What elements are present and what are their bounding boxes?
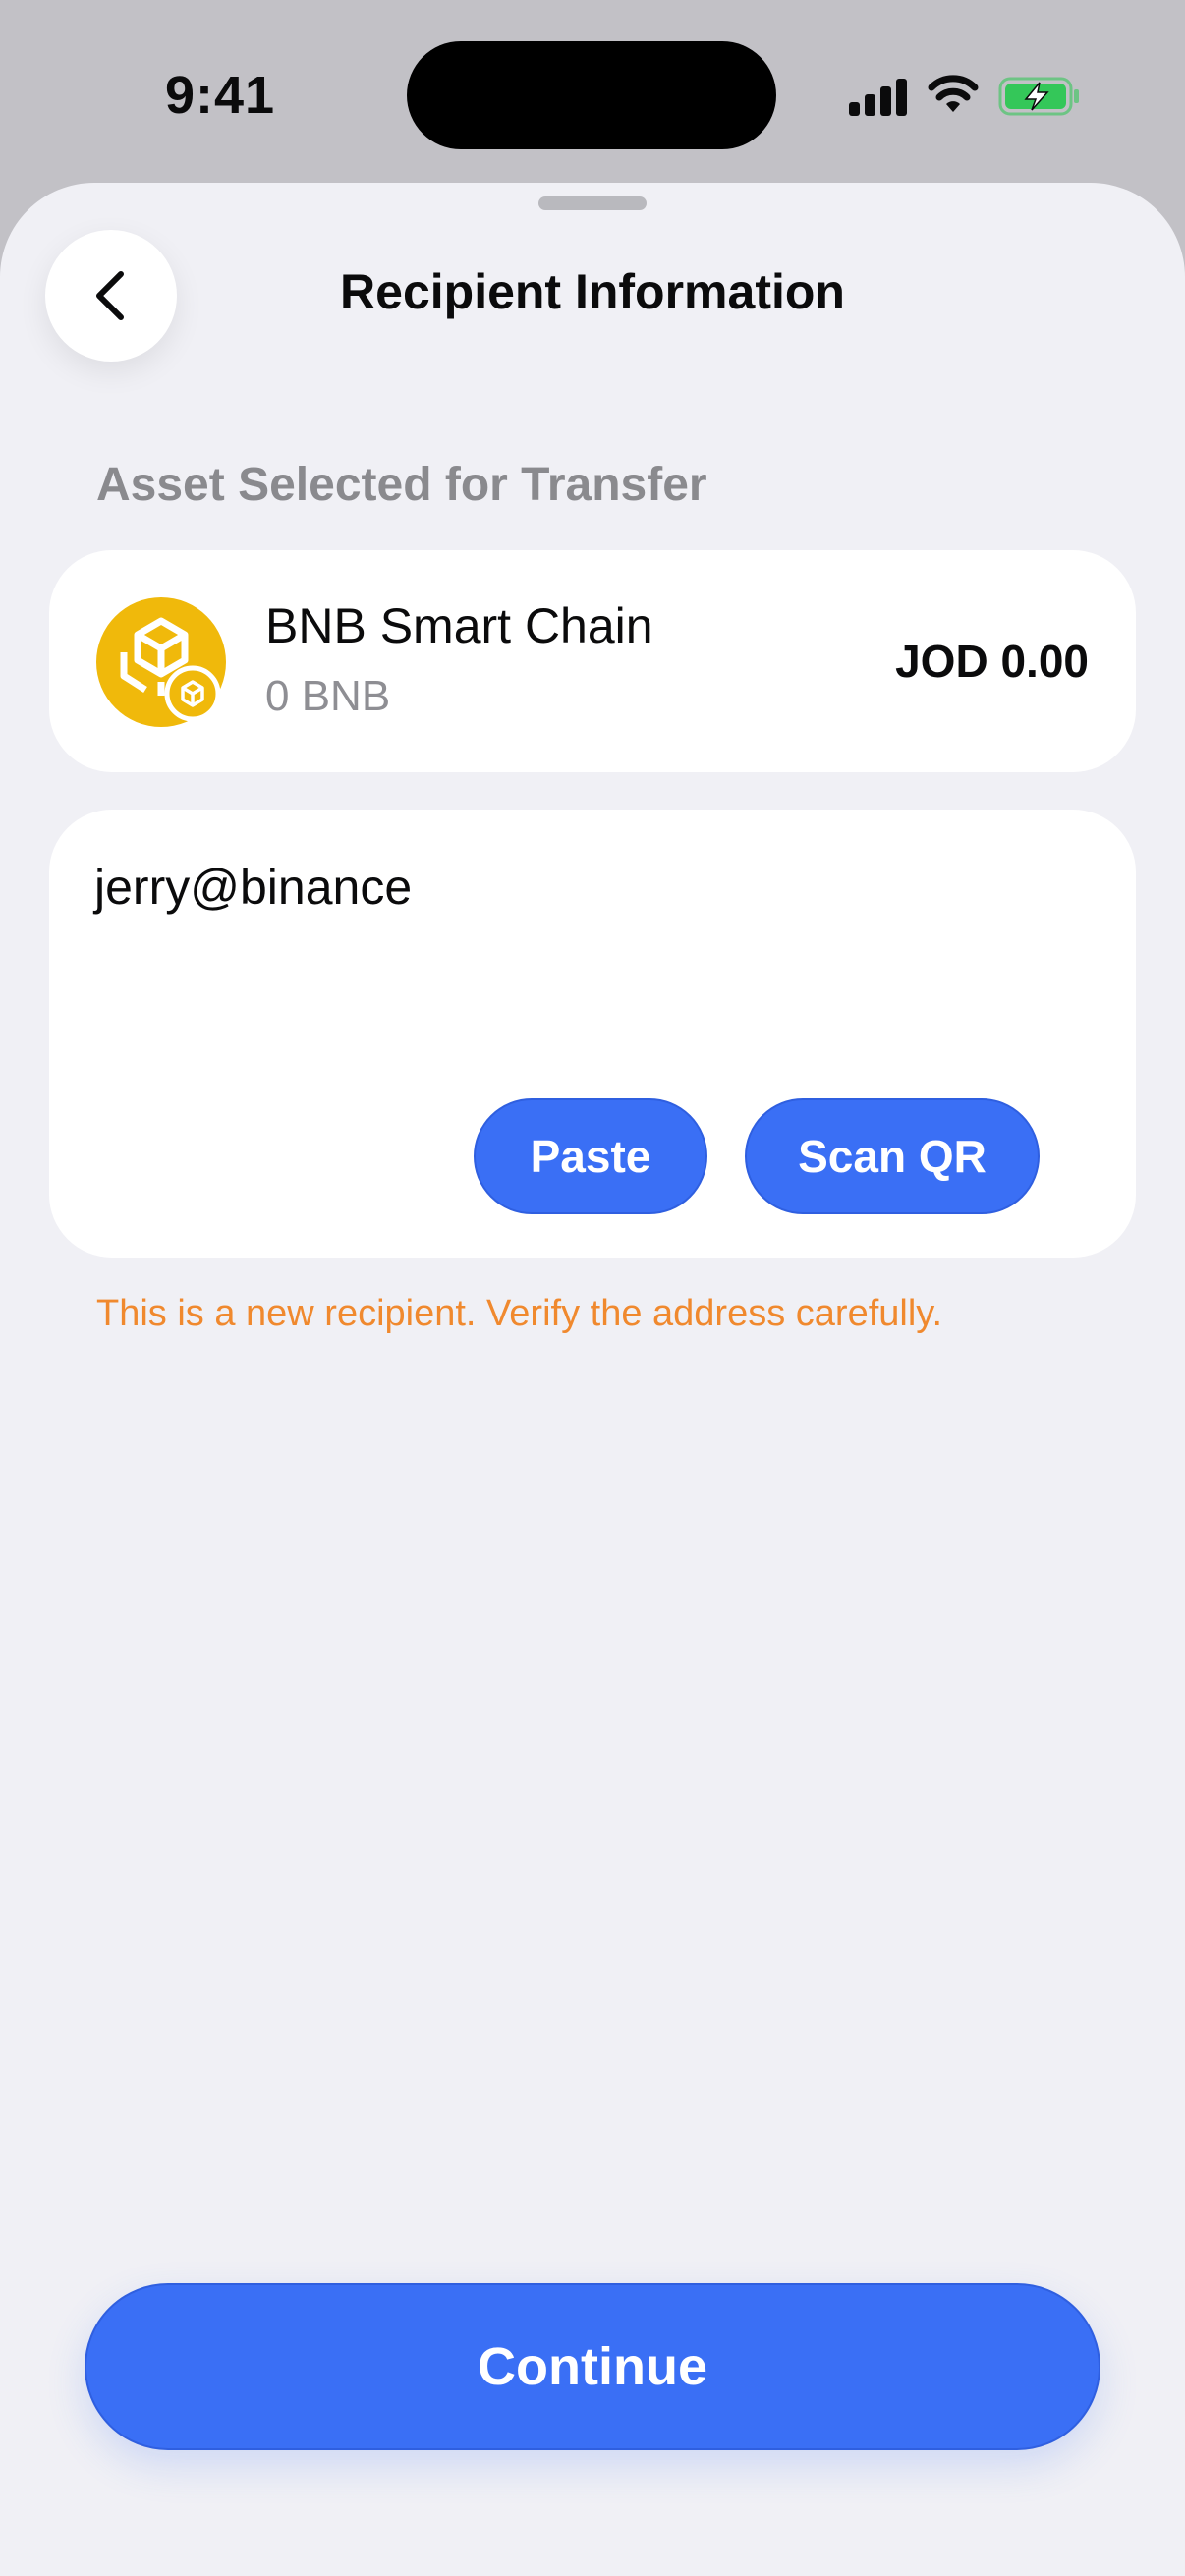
asset-section-label: Asset Selected for Transfer	[96, 459, 707, 511]
cellular-signal-icon	[849, 77, 908, 116]
paste-button[interactable]: Paste	[474, 1098, 707, 1214]
asset-balance: 0 BNB	[265, 672, 391, 720]
dynamic-island	[407, 41, 776, 149]
battery-charging-icon	[998, 77, 1079, 116]
sheet-grabber[interactable]	[538, 196, 647, 210]
bnb-logo-icon	[96, 597, 226, 727]
recipient-sheet: Recipient Information Asset Selected for…	[0, 183, 1185, 2576]
page-title: Recipient Information	[340, 264, 845, 319]
recipient-address-value[interactable]: jerry@binance	[94, 859, 412, 916]
new-recipient-warning: This is a new recipient. Verify the addr…	[96, 1293, 943, 1334]
continue-button[interactable]: Continue	[85, 2283, 1100, 2450]
status-bar: 9:41	[0, 0, 1185, 187]
wifi-icon	[928, 75, 979, 112]
asset-name: BNB Smart Chain	[265, 598, 653, 653]
status-time: 9:41	[165, 66, 276, 125]
scan-qr-button[interactable]: Scan QR	[745, 1098, 1040, 1214]
asset-card[interactable]: BNB Smart Chain 0 BNB JOD 0.00	[49, 550, 1136, 772]
asset-fiat-value: JOD 0.00	[895, 636, 1089, 687]
